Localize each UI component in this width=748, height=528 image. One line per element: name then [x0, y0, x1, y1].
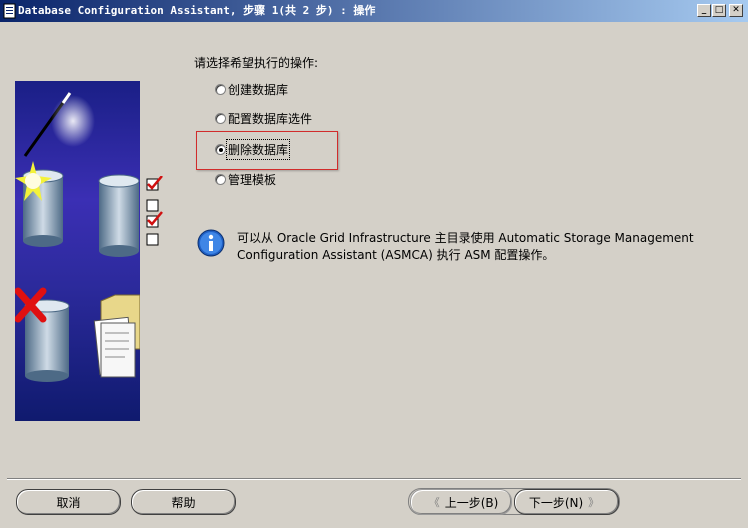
info-message: 可以从 Oracle Grid Infrastructure 主目录使用 Aut… [237, 231, 694, 262]
back-label: 上一步(B) [444, 495, 499, 510]
checkbox-list-icon [146, 176, 163, 246]
footer-divider [7, 478, 741, 480]
title-bar[interactable]: Database Configuration Assistant, 步骤 1(共… [0, 0, 748, 22]
chevron-left-icon: 《 [428, 496, 440, 509]
minimize-button[interactable]: _ [697, 4, 711, 17]
app-icon [3, 3, 16, 19]
radio-create-database[interactable]: 创建数据库 [215, 80, 288, 98]
help-label: 帮助 [171, 495, 196, 510]
chevron-right-icon: 》 [588, 496, 600, 509]
close-button[interactable]: ✕ [729, 4, 743, 17]
info-icon [197, 229, 225, 257]
next-button[interactable]: 下一步(N) 》 [514, 489, 619, 515]
help-button[interactable]: 帮助 [131, 489, 236, 515]
cancel-label: 取消 [56, 495, 81, 510]
next-label: 下一步(N) [528, 495, 584, 510]
window-title: Database Configuration Assistant, 步骤 1(共… [18, 4, 376, 17]
folder-documents-icon [93, 294, 140, 378]
radio-configure-options[interactable]: 配置数据库选件 [215, 109, 312, 127]
radio-manage-templates[interactable]: 管理模板 [215, 170, 276, 188]
radio-label: 管理模板 [228, 172, 277, 187]
radio-label: 创建数据库 [228, 82, 289, 97]
back-button[interactable]: 《 上一步(B) [410, 489, 512, 515]
radio-label: 配置数据库选件 [228, 111, 313, 126]
red-highlight-box [196, 131, 338, 170]
maximize-button[interactable]: □ [712, 4, 726, 17]
database-cylinder-icon [98, 174, 140, 257]
radio-button[interactable] [215, 112, 226, 124]
operation-prompt: 请选择希望执行的操作: [194, 56, 319, 70]
cancel-button[interactable]: 取消 [16, 489, 121, 515]
dbca-window: Database Configuration Assistant, 步骤 1(共… [0, 0, 748, 528]
radio-button[interactable] [215, 83, 226, 95]
radio-button[interactable] [215, 173, 226, 185]
wizard-illustration [15, 81, 140, 421]
database-cylinder-icon [24, 299, 70, 382]
